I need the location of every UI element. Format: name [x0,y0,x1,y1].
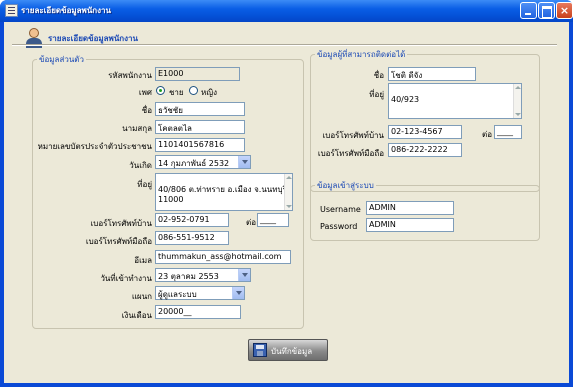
salary-label: เงินเดือน [121,311,152,320]
address-label: ที่อยู่ [137,180,152,189]
password-field[interactable]: ADMIN [366,218,454,232]
close-button[interactable]: × [556,2,573,19]
contact-mobile-field[interactable]: 086-222-2222 [388,143,462,157]
window-title: รายละเอียดข้อมูลพนักงาน [21,6,111,15]
start-date-label: วันที่เข้าทำงาน [100,274,152,283]
contact-address-textarea[interactable]: 40/923 [388,83,522,119]
birthdate-label: วันเกิด [129,161,152,170]
save-button-label: บันทึกข้อมูล [271,347,313,356]
gender-female-label: หญิง [201,88,217,97]
department-select[interactable]: ผู้ดูแลระบบ [155,286,245,300]
home-phone-label: เบอร์โทรศัพท์บ้าน [90,219,152,228]
contact-address-label: ที่อยู่ [369,90,384,99]
birthdate-picker[interactable]: 14 กุมภาพันธ์ 2532 [155,155,251,169]
gender-male-label: ชาย [169,88,184,97]
title-bar[interactable]: รายละเอียดข้อมูลพนักงาน × [0,0,573,22]
contact-ext-label: ต่อ [482,130,492,139]
start-date-value: 23 ตุลาคม 2553 [158,272,219,281]
employee-id-label: รหัสพนักงาน [108,71,152,80]
header-divider [12,44,557,46]
birthdate-value: 14 กุมภาพันธ์ 2532 [158,159,230,168]
address-scrollbar[interactable] [284,174,292,210]
form-icon [5,4,18,17]
contact-address-scrollbar[interactable] [513,84,521,118]
home-phone-field[interactable]: 02-952-0791 [155,213,229,227]
address-value: 40/806 ต.ท่าทราย อ.เมือง จ.นนทบุรี 11000 [158,185,287,204]
username-label: Username [320,205,361,214]
gender-label: เพศ [138,88,152,97]
chevron-down-icon[interactable] [238,156,250,168]
email-label: อีเมล [134,256,152,265]
chevron-down-icon[interactable] [238,269,250,281]
gender-male-radio[interactable] [156,86,165,95]
contact-home-phone-field[interactable]: 02-123-4567 [388,125,462,139]
form-body: รายละเอียดข้อมูลพนักงาน ข้อมูลส่วนตัว รห… [4,22,569,383]
contact-name-field[interactable]: โชติ ดีจัง [388,67,476,81]
gender-female-radio[interactable] [189,86,198,95]
salary-field[interactable]: 20000__ [155,305,241,319]
contact-name-label: ชื่อ [373,71,384,80]
surname-field[interactable]: โคตลตไล [155,120,245,134]
department-value: ผู้ดูแลระบบ [158,290,197,299]
maximize-button[interactable] [538,2,555,19]
contact-mobile-label: เบอร์โทรศัพท์มือถือ [317,149,384,158]
start-date-picker[interactable]: 23 ตุลาคม 2553 [155,268,251,282]
mobile-label: เบอร์โทรศัพท์มือถือ [85,237,152,246]
save-button[interactable]: บันทึกข้อมูล [248,339,328,361]
password-label: Password [320,222,358,231]
floppy-disk-icon [253,343,267,357]
contact-home-phone-label: เบอร์โทรศัพท์บ้าน [322,131,384,140]
home-phone-ext-field[interactable]: ____ [257,213,289,227]
mobile-field[interactable]: 086-551-9512 [155,231,229,245]
contact-info-legend: ข้อมูลผู้ที่สามารถติดต่อได้ [317,50,406,59]
surname-label: นามสกุล [122,124,152,133]
close-icon: × [559,4,570,17]
email-field[interactable]: thummakun_ass@hotmail.com [155,250,291,264]
first-name-label: ชื่อ [141,106,152,115]
department-label: แผนก [131,292,152,301]
idcard-field[interactable]: 1101401567816 [155,138,245,152]
username-field[interactable]: ADMIN [366,201,454,215]
personal-info-legend: ข้อมูลส่วนตัว [39,55,84,64]
idcard-label: หมายเลขบัตรประจำตัวประชาชน [37,142,152,151]
address-textarea[interactable]: 40/806 ต.ท่าทราย อ.เมือง จ.นนทบุรี 11000 [155,173,293,211]
app-window: รายละเอียดข้อมูลพนักงาน × รายละเอียดข้อม… [0,0,573,387]
home-phone-ext-label: ต่อ [246,218,256,227]
employee-id-field[interactable]: E1000 [155,67,240,81]
contact-ext-field[interactable]: ____ [494,125,522,139]
minimize-button[interactable] [520,2,537,19]
contact-address-value: 40/923 [391,95,420,104]
login-info-legend: ข้อมูลเข้าสู่ระบบ [317,181,374,190]
chevron-down-icon[interactable] [232,287,244,299]
first-name-field[interactable]: ธวัชชัย [155,102,245,116]
